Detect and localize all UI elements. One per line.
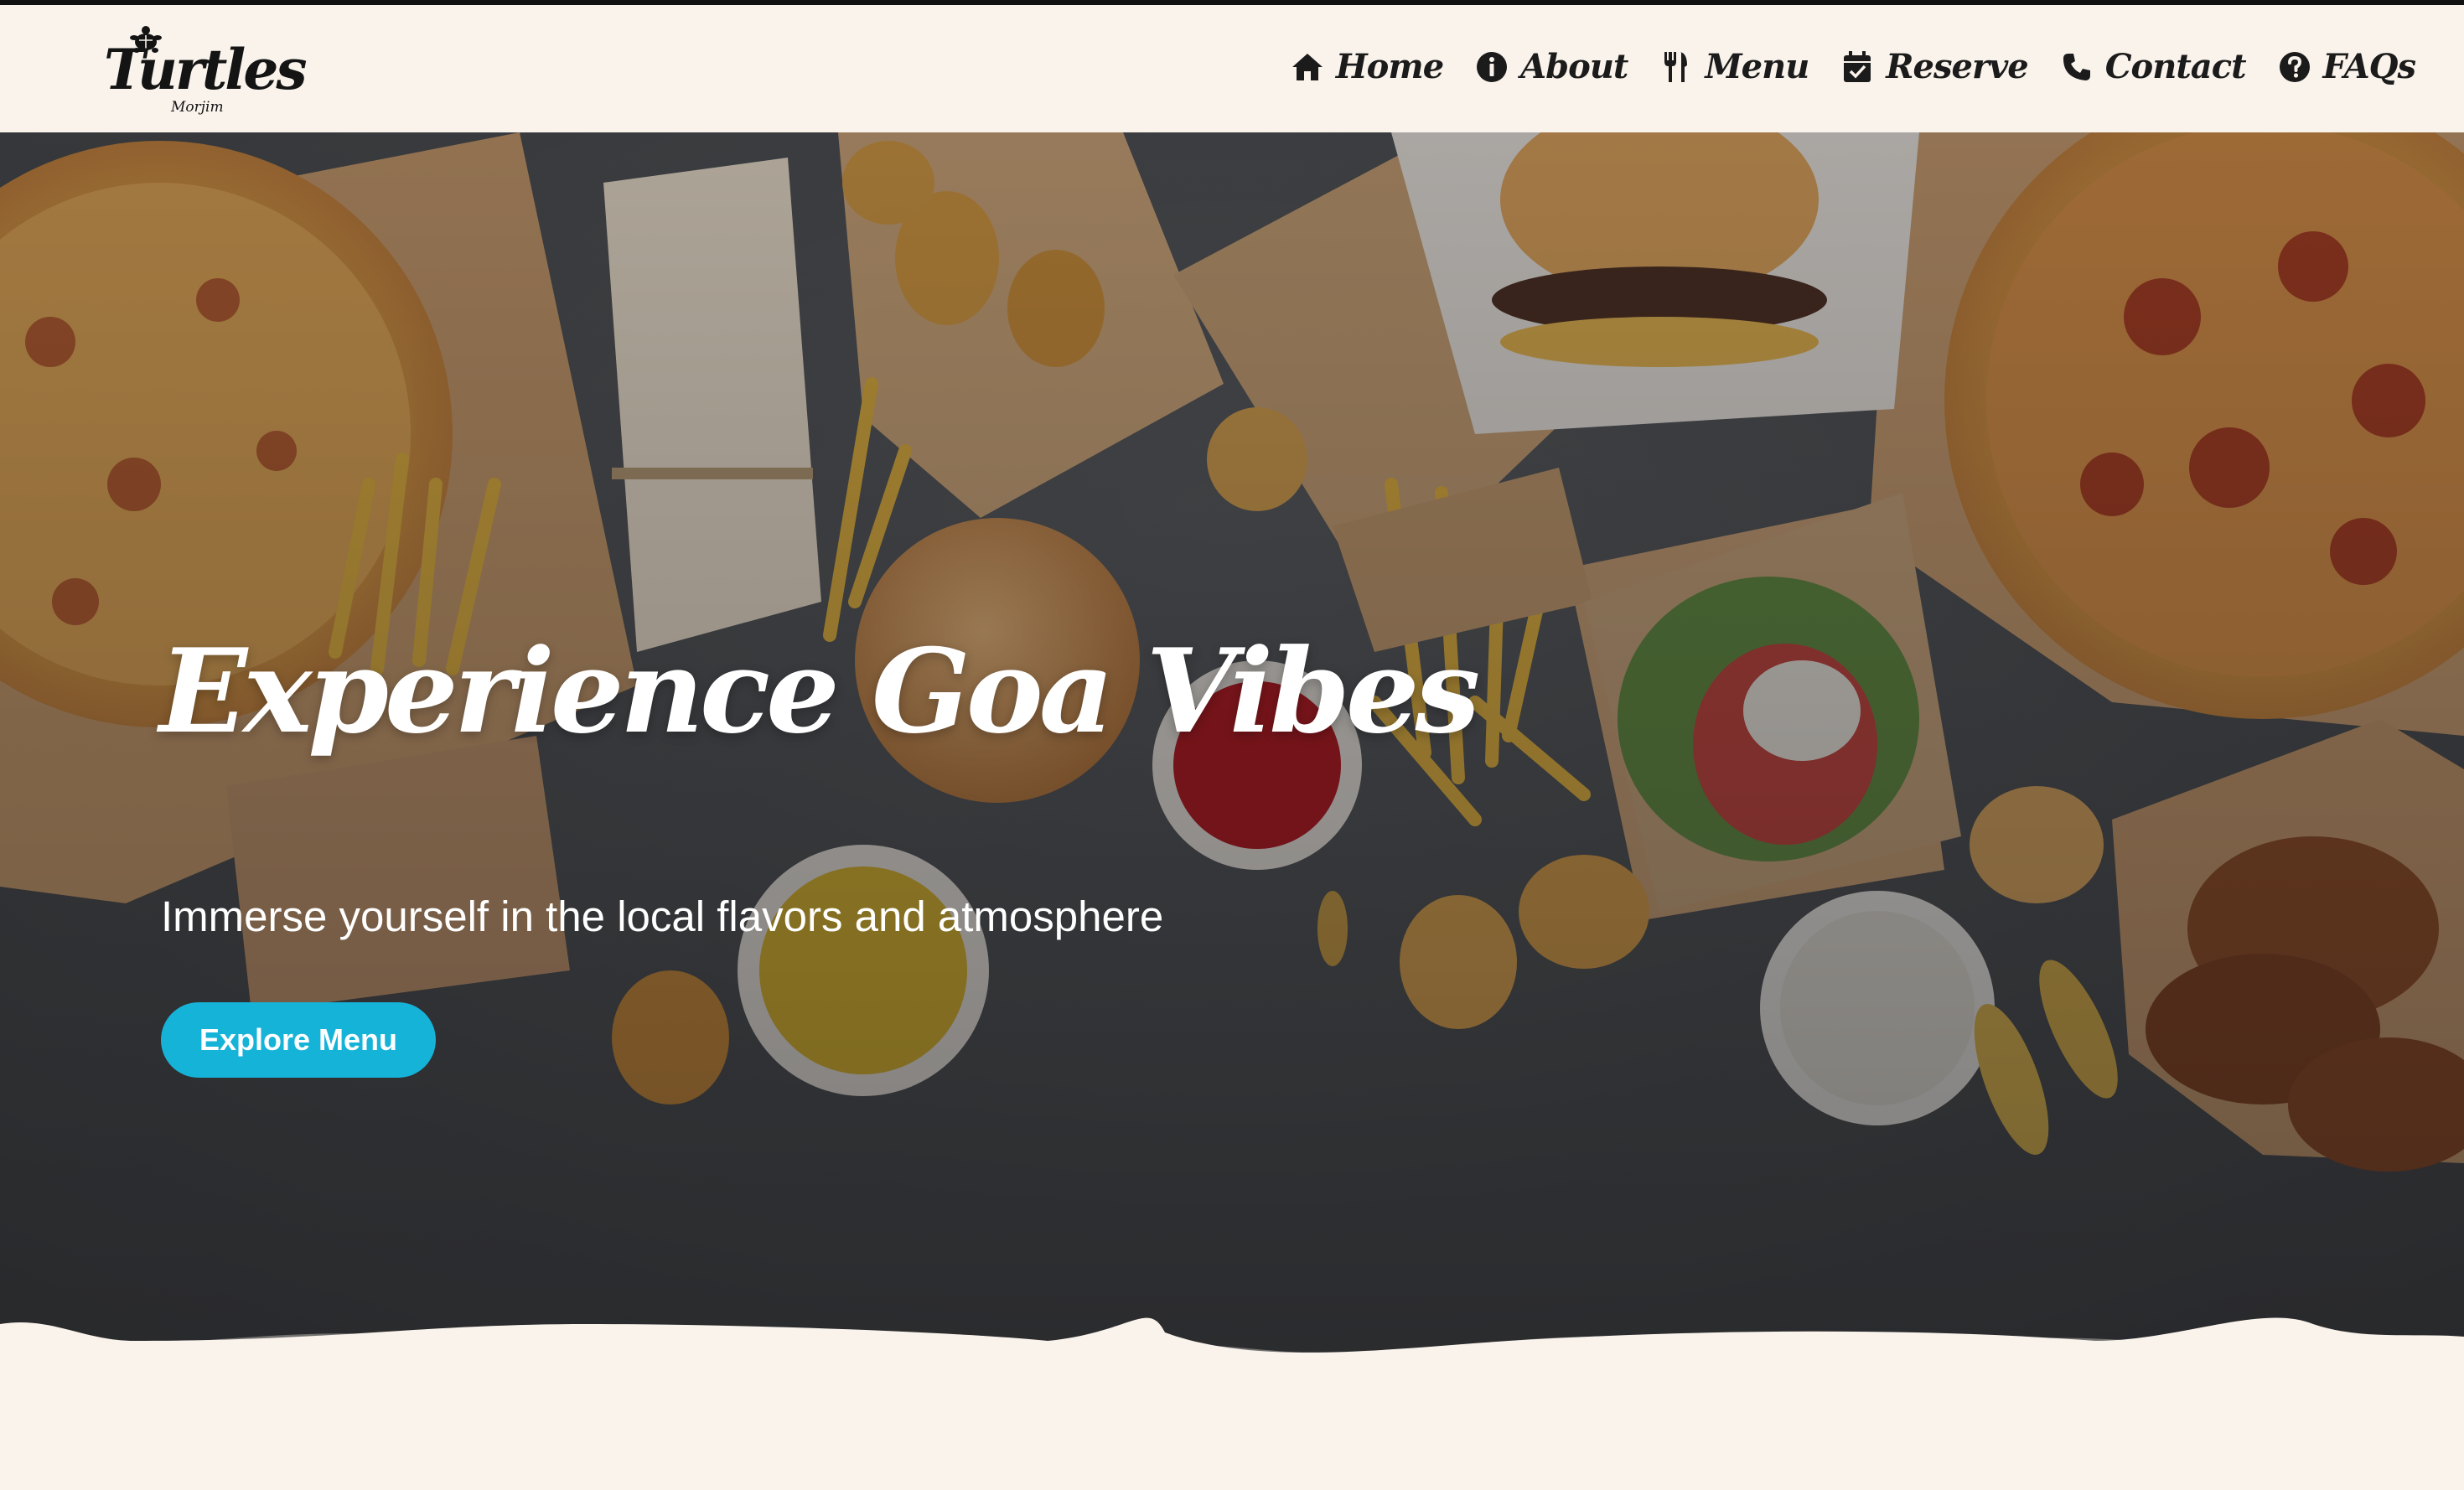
brand-logo[interactable]: Turtles Morjim [99,25,308,117]
utensils-icon [1659,50,1693,84]
main-nav: Home About Menu Reserve Contact FAQs [1291,47,2416,86]
nav-menu[interactable]: Menu [1659,47,1809,86]
nav-menu-label: Menu [1705,47,1809,86]
logo-subtitle: Morjim [171,99,224,116]
nav-about[interactable]: About [1475,47,1628,86]
question-circle-icon [2278,50,2311,84]
calendar-check-icon [1840,50,1874,84]
logo-wordmark: Turtles [104,37,308,102]
hero-bottom-wave [0,1317,2464,1490]
nav-contact-label: Contact [2104,47,2247,86]
explore-menu-button[interactable]: Explore Menu [161,1002,436,1078]
nav-home-label: Home [1335,47,1444,86]
hero-section: Experience Goa Vibes Immerse yourself in… [0,132,2464,1381]
nav-faqs-label: FAQs [2322,47,2416,86]
nav-reserve-label: Reserve [1886,47,2028,86]
navbar: Turtles Morjim Home About Menu Reserve C… [0,5,2464,132]
nav-home[interactable]: Home [1291,47,1444,86]
hero-subtitle: Immerse yourself in the local flavors an… [161,892,1164,940]
nav-about-label: About [1520,47,1628,86]
phone-icon [2060,50,2094,84]
nav-faqs[interactable]: FAQs [2278,47,2416,86]
info-icon [1475,50,1509,84]
hero-title: Experience Goa Vibes [159,623,1480,759]
nav-contact[interactable]: Contact [2060,47,2247,86]
nav-reserve[interactable]: Reserve [1840,47,2029,86]
home-icon [1291,50,1324,84]
